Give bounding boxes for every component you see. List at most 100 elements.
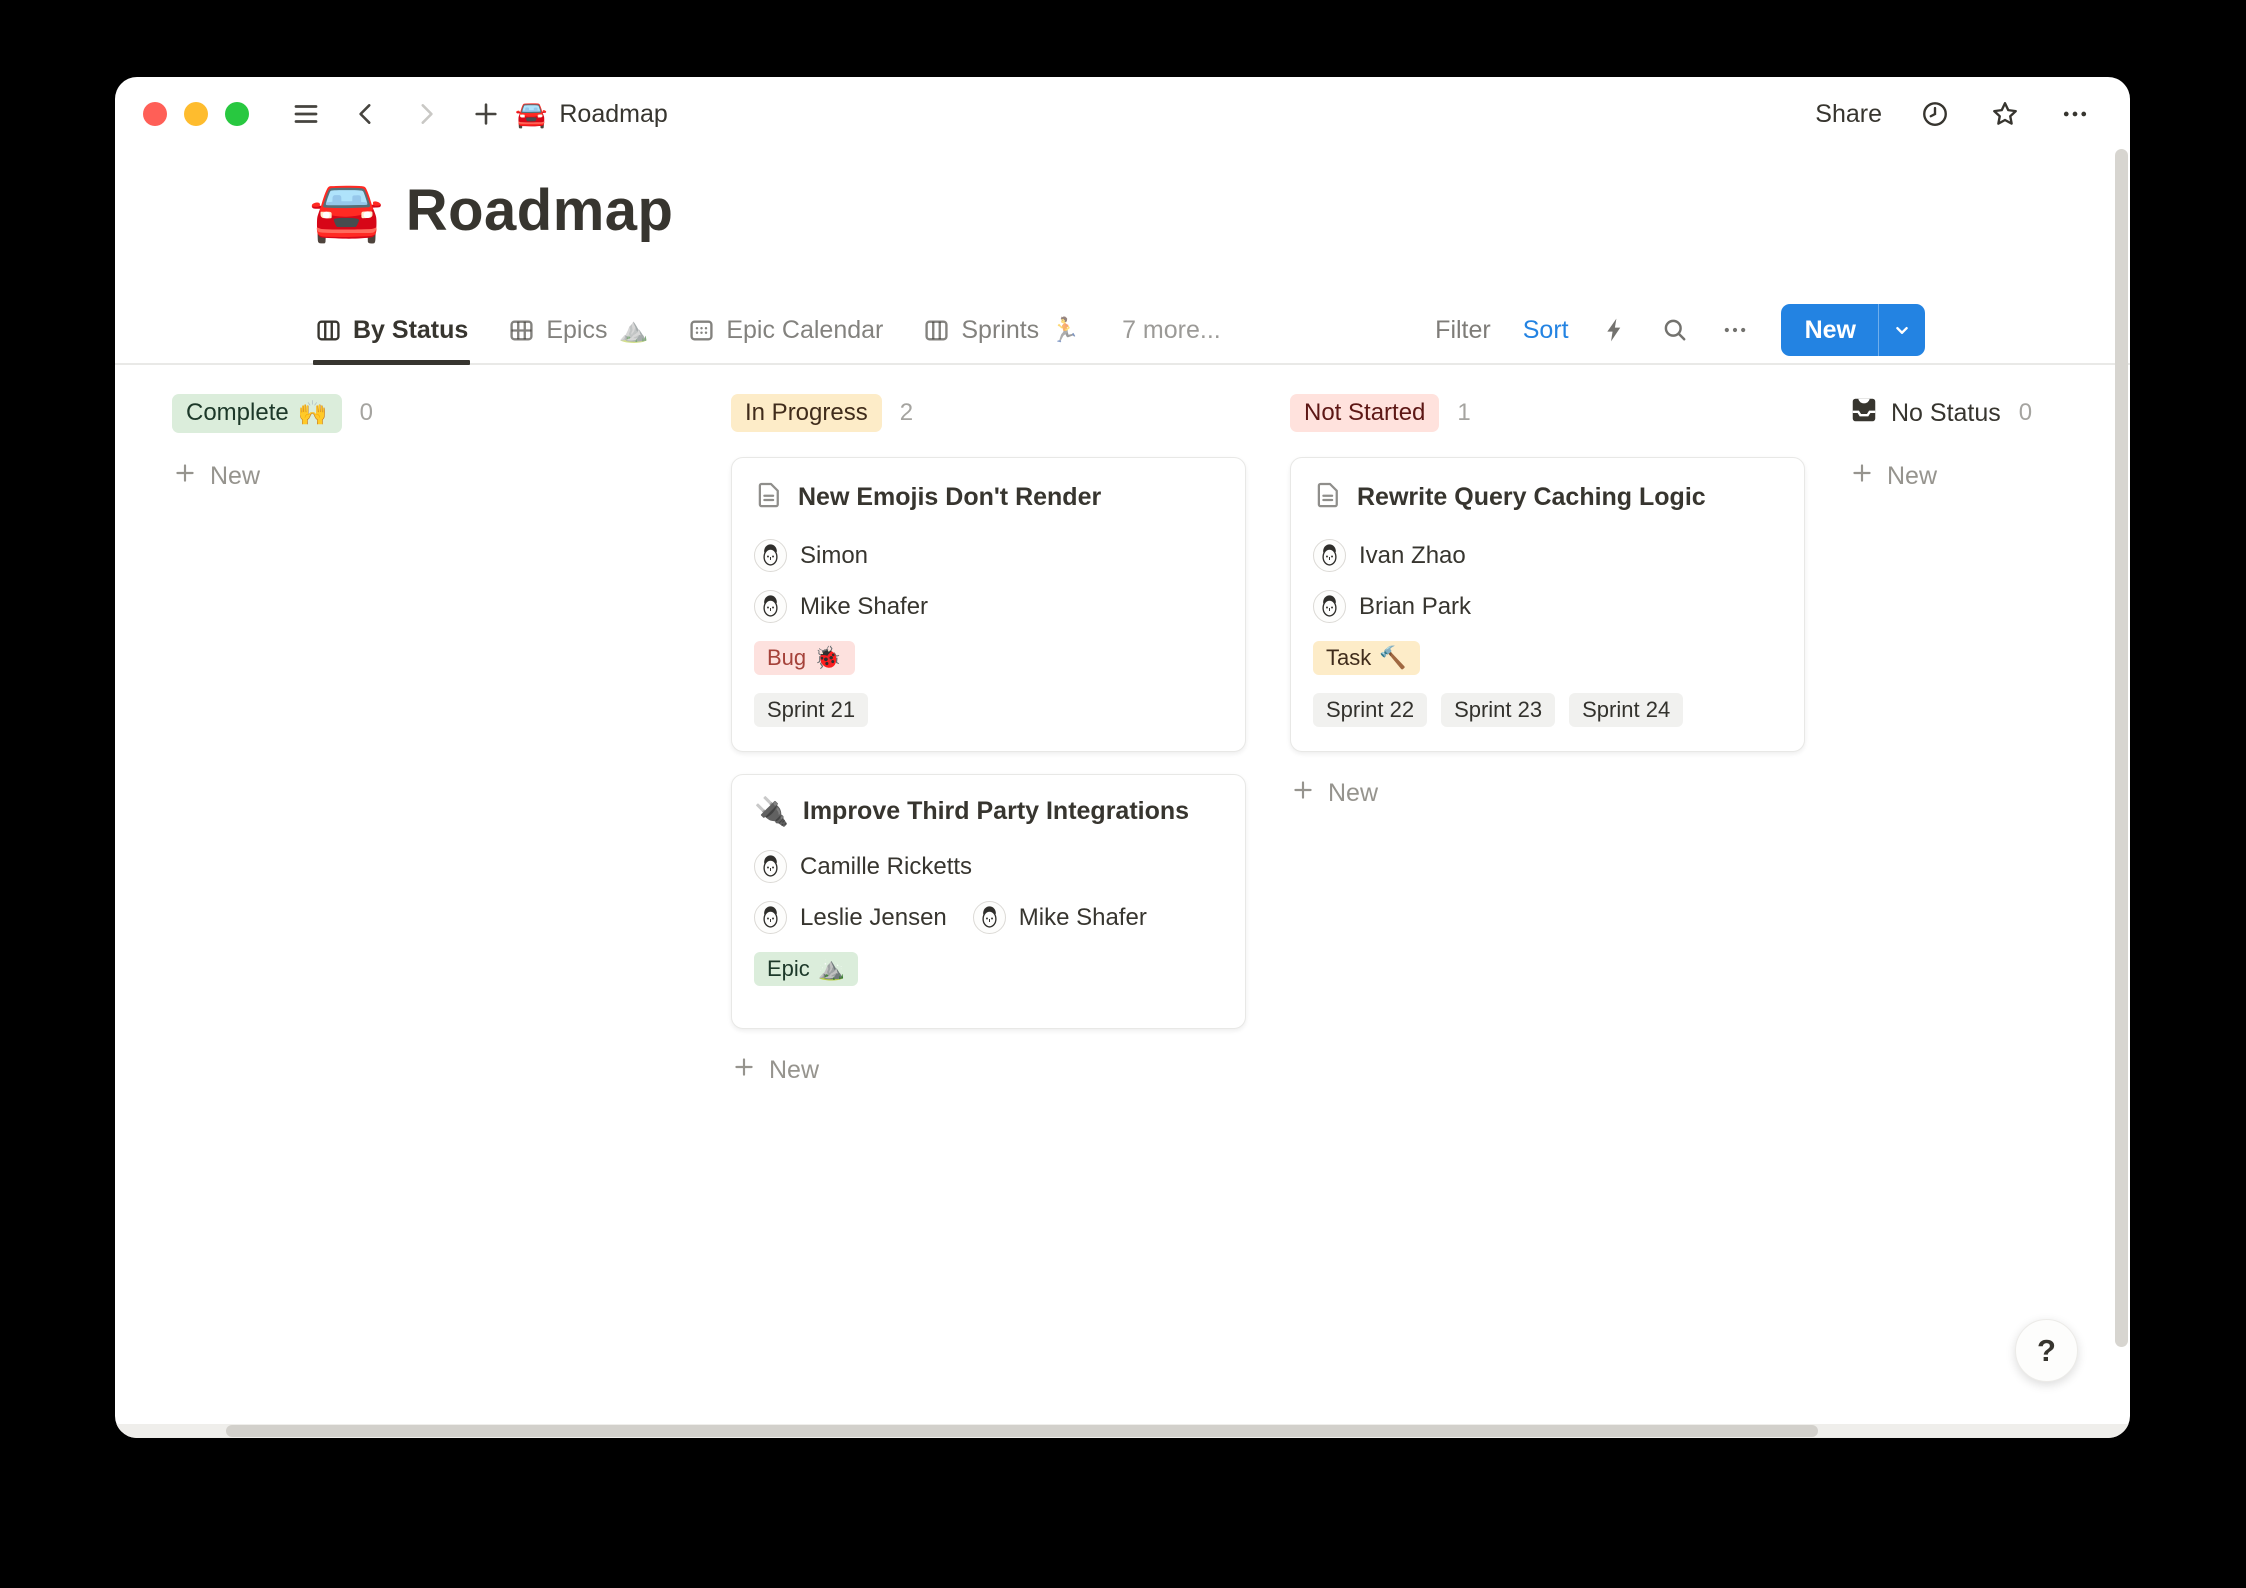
search-icon[interactable]: [1661, 316, 1689, 344]
plus-icon: [1849, 460, 1875, 491]
tag-row: Task🔨: [1313, 641, 1782, 675]
status-pill-in-progress[interactable]: In Progress: [731, 394, 882, 432]
column-header: No Status 0: [1849, 393, 2130, 433]
column-header: Not Started 1: [1290, 393, 1805, 433]
plus-icon: [731, 1054, 757, 1085]
no-status-group[interactable]: No Status: [1849, 395, 2001, 432]
filter-button[interactable]: Filter: [1435, 316, 1491, 345]
person: Camille Ricketts: [754, 850, 972, 883]
page-title[interactable]: Roadmap: [406, 177, 674, 244]
tab-label: By Status: [353, 316, 468, 345]
tab-label: Epic Calendar: [726, 316, 883, 345]
column-count: 0: [360, 399, 373, 427]
more-options-icon[interactable]: [2058, 97, 2092, 131]
titlebar: 🚘 Roadmap Share: [115, 77, 2130, 151]
tab-label: Epics: [546, 316, 607, 345]
add-card-button[interactable]: New: [1849, 457, 2130, 495]
tab-sprints[interactable]: Sprints 🏃: [923, 295, 1080, 365]
favorite-star-icon[interactable]: [1988, 97, 2022, 131]
column-count: 0: [2019, 399, 2032, 427]
column-title: Complete: [186, 399, 289, 427]
doc-title: Roadmap: [559, 100, 667, 129]
person-row: Brian Park: [1313, 590, 1782, 623]
table-view-icon: [508, 317, 535, 344]
board-column-no-status: No Status 0 New: [1849, 393, 2130, 495]
mountain-emoji: ⛰️: [618, 316, 648, 345]
minimize-window-button[interactable]: [184, 102, 208, 126]
status-emoji: 🙌: [298, 399, 328, 428]
person-row: Ivan Zhao: [1313, 539, 1782, 572]
card-title-row: New Emojis Don't Render: [754, 480, 1223, 515]
new-page-icon[interactable]: [469, 97, 503, 131]
avatar: [754, 901, 787, 934]
avatar: [973, 901, 1006, 934]
person-name: Mike Shafer: [1019, 904, 1147, 932]
history-clock-icon[interactable]: [1918, 97, 1952, 131]
close-window-button[interactable]: [143, 102, 167, 126]
person-name: Mike Shafer: [800, 593, 928, 621]
page-emoji[interactable]: 🚘: [309, 181, 384, 241]
person: Mike Shafer: [973, 901, 1147, 934]
person-name: Ivan Zhao: [1359, 542, 1466, 570]
share-button[interactable]: Share: [1815, 100, 1882, 129]
card-title-row: 🔌Improve Third Party Integrations: [754, 797, 1223, 826]
view-options-icon[interactable]: [1721, 316, 1749, 344]
more-views-button[interactable]: 7 more...: [1122, 316, 1221, 345]
traffic-lights: [143, 102, 249, 126]
card-emoji: 🔌: [754, 798, 789, 826]
card[interactable]: 🔌Improve Third Party Integrations Camille…: [731, 774, 1246, 1029]
status-pill-not-started[interactable]: Not Started: [1290, 394, 1439, 432]
status-pill-complete[interactable]: Complete 🙌: [172, 394, 342, 433]
tab-epic-calendar[interactable]: Epic Calendar: [688, 295, 883, 365]
tag-pill-bug: Bug🐞: [754, 641, 855, 675]
help-button[interactable]: ?: [2015, 1319, 2078, 1382]
help-label: ?: [2037, 1333, 2056, 1369]
avatar: [754, 539, 787, 572]
person-name: Brian Park: [1359, 593, 1471, 621]
sidebar-menu-icon[interactable]: [289, 97, 323, 131]
zoom-window-button[interactable]: [225, 102, 249, 126]
sprint-pill: Sprint 23: [1441, 693, 1555, 727]
plus-icon: [172, 460, 198, 491]
column-count: 1: [1457, 399, 1470, 427]
new-button-label[interactable]: New: [1781, 304, 1878, 356]
tag-label: Task: [1326, 645, 1371, 671]
sprint-pill: Sprint 24: [1569, 693, 1683, 727]
column-title: Not Started: [1304, 399, 1425, 427]
card-title: New Emojis Don't Render: [798, 483, 1101, 512]
avatar: [1313, 590, 1346, 623]
sprint-pill: Sprint 21: [754, 693, 868, 727]
tag-row: Epic⛰️: [754, 952, 1223, 986]
card-title: Rewrite Query Caching Logic: [1357, 483, 1706, 512]
new-dropdown-chevron-icon[interactable]: [1878, 304, 1925, 356]
lightning-icon[interactable]: [1601, 316, 1629, 344]
back-icon[interactable]: [349, 97, 383, 131]
sprint-pill: Sprint 22: [1313, 693, 1427, 727]
breadcrumb[interactable]: 🚘 Roadmap: [515, 99, 668, 130]
add-card-button[interactable]: New: [1290, 774, 1805, 812]
person: Simon: [754, 539, 868, 572]
calendar-view-icon: [688, 317, 715, 344]
card[interactable]: Rewrite Query Caching Logic Ivan Zhao Bria…: [1290, 457, 1805, 752]
tab-epics[interactable]: Epics ⛰️: [508, 295, 648, 365]
new-button[interactable]: New: [1781, 304, 1925, 356]
kanban-board: Complete🙌0NewIn Progress2New Emojis Don'…: [172, 393, 2130, 1089]
tag-row: Bug🐞: [754, 641, 1223, 675]
vertical-scrollbar-thumb[interactable]: [2115, 149, 2128, 1347]
card[interactable]: New Emojis Don't Render Simon Mike Shafer B…: [731, 457, 1246, 752]
board-column-complete: Complete 🙌 0 New: [172, 393, 687, 495]
sort-button[interactable]: Sort: [1523, 316, 1569, 345]
forward-icon[interactable]: [409, 97, 443, 131]
add-card-button[interactable]: New: [731, 1051, 1246, 1089]
tag-label: Epic: [767, 956, 810, 982]
person-name: Camille Ricketts: [800, 853, 972, 881]
runner-emoji: 🏃: [1050, 316, 1080, 345]
add-card-button[interactable]: New: [172, 457, 687, 495]
avatar: [754, 850, 787, 883]
board-view-icon: [923, 317, 950, 344]
add-card-label: New: [769, 1056, 819, 1085]
notion-window: 🚘 Roadmap Share 🚘 Roadmap: [115, 77, 2130, 1438]
sprint-row: Sprint 22 Sprint 23 Sprint 24: [1313, 693, 1782, 727]
tab-by-status[interactable]: By Status: [315, 295, 468, 365]
horizontal-scrollbar-thumb[interactable]: [226, 1425, 1818, 1437]
